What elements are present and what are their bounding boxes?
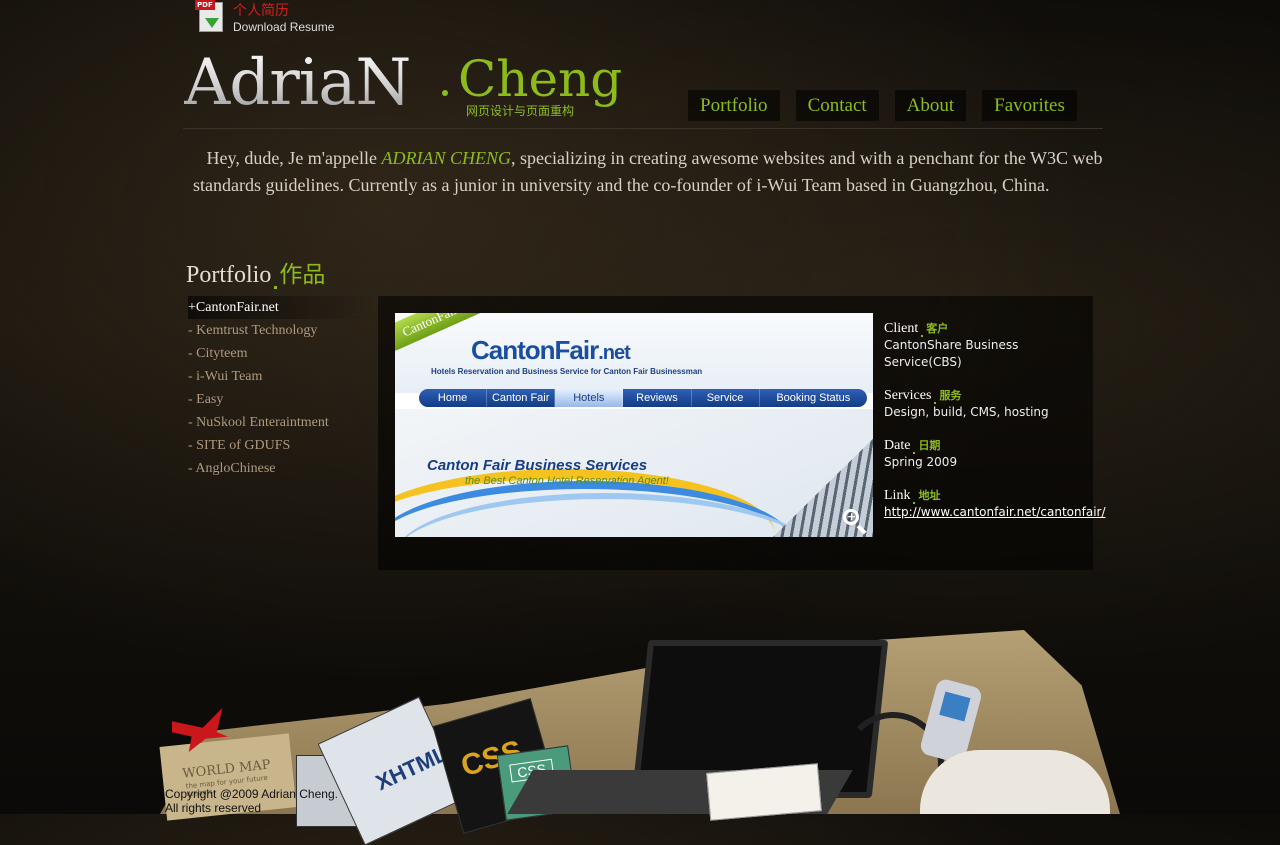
project-item-gdufs[interactable]: - SITE of GDUFS [188, 434, 378, 457]
resume-label-en: Download Resume [233, 20, 335, 34]
intro-name: ADRIAN CHENG [381, 148, 512, 168]
project-item-kemtrust[interactable]: - Kemtrust Technology [188, 319, 378, 342]
screenshot-nav-booking: Booking Status [776, 392, 851, 404]
logo-subtitle: 网页设计与页面重构 [466, 104, 575, 118]
services-label: Services [884, 388, 932, 403]
nav-contact[interactable]: Contact [795, 90, 879, 121]
download-resume-link[interactable]: PDF 个人简历 Download Resume [195, 0, 345, 36]
screenshot-header: CantonFair.net Hotels Reservation and Bu… [395, 313, 873, 393]
resume-label-cn: 个人简历 [233, 3, 289, 19]
project-item-nuskool[interactable]: - NuSkool Enteraintment [188, 411, 378, 434]
date-value: Spring 2009 [884, 455, 958, 469]
header-divider [183, 128, 1103, 129]
detail-services: Services 服务 Design, build, CMS, hosting [884, 387, 1094, 421]
nav-about[interactable]: About [894, 90, 967, 121]
client-value: CantonShare Business Service(CBS) [884, 338, 1019, 369]
project-url-link[interactable]: http://www.cantonfair.net/cantonfair/ [884, 505, 1106, 519]
detail-link: Link 地址 http://www.cantonfair.net/cantonf… [884, 487, 1106, 521]
services-value: Design, build, CMS, hosting [884, 405, 1049, 419]
client-label: Client [884, 321, 919, 336]
date-label: Date [884, 438, 911, 453]
screenshot-nav-reviews: Reviews [623, 389, 692, 407]
detail-client: Client 客户 CantonShare Business Service(CB… [884, 320, 1094, 371]
screenshot-nav-hotels: Hotels [555, 389, 624, 407]
screenshot-logo: CantonFair.net [471, 335, 631, 365]
logo-dot [442, 90, 448, 96]
project-details: Client 客户 CantonShare Business Service(CB… [884, 320, 1106, 537]
intro-text-start: Hey, dude, Je m'appelle [206, 148, 382, 168]
rights-line: All rights reserved [165, 801, 262, 815]
screenshot-nav: Home Canton Fair Hotels Reviews Service … [419, 389, 867, 407]
main-nav: Portfolio Contact About Favorites [688, 90, 1077, 121]
project-item-cantonfair[interactable]: +CantonFair.net [188, 296, 378, 319]
screenshot-nav-cantonfair: Canton Fair [487, 389, 556, 407]
date-label-cn: 日期 [918, 439, 941, 452]
screenshot-nav-service: Service [692, 389, 760, 407]
project-screenshot[interactable]: CantonFair.net Hotels Reservation and Bu… [395, 313, 873, 537]
screenshot-headline: Canton Fair Business Services [427, 457, 648, 474]
photo-album-image [706, 763, 822, 821]
project-list: +CantonFair.net - Kemtrust Technology - … [188, 296, 378, 480]
nav-portfolio[interactable]: Portfolio [688, 90, 780, 121]
zoom-in-icon[interactable]: + [843, 509, 869, 535]
site-logo[interactable]: AdriaN Cheng 网页设计与页面重构 [184, 46, 624, 122]
portfolio-heading: Portfolio 作品 [186, 255, 326, 289]
client-label-cn: 客户 [926, 322, 949, 335]
pdf-icon: PDF [195, 0, 227, 34]
screenshot-subheadline: the Best Canton Hotel Reservation Agent! [465, 475, 669, 487]
portfolio-title-cn: 作品 [279, 262, 326, 288]
portfolio-title: Portfolio [186, 262, 272, 288]
copyright-text: Copyright @2009 Adrian Cheng. All rights… [165, 787, 338, 815]
project-item-anglochinese[interactable]: - AngloChinese [188, 457, 378, 480]
portfolio-dot [274, 286, 278, 289]
services-label-cn: 服务 [939, 389, 962, 402]
intro-paragraph: Hey, dude, Je m'appelle ADRIAN CHENG, sp… [193, 145, 1103, 199]
nav-favorites[interactable]: Favorites [982, 90, 1077, 121]
sneaker-image [920, 750, 1110, 814]
copyright-line: Copyright @2009 Adrian Cheng. [165, 787, 338, 801]
project-item-easy[interactable]: - Easy [188, 388, 378, 411]
project-item-cityteem[interactable]: - Cityteem [188, 342, 378, 365]
logo-first-name: AdriaN [184, 46, 411, 120]
link-label-cn: 地址 [918, 489, 941, 502]
screenshot-nav-home: Home [419, 389, 488, 407]
screenshot-tagline: Hotels Reservation and Business Service … [431, 367, 703, 376]
logo-surname: Cheng [458, 50, 623, 108]
detail-date: Date 日期 Spring 2009 [884, 437, 1094, 471]
screenshot-banner: Canton Fair Business Services the Best C… [395, 409, 873, 537]
link-label: Link [884, 488, 911, 503]
project-item-iwui[interactable]: - i-Wui Team [188, 365, 378, 388]
